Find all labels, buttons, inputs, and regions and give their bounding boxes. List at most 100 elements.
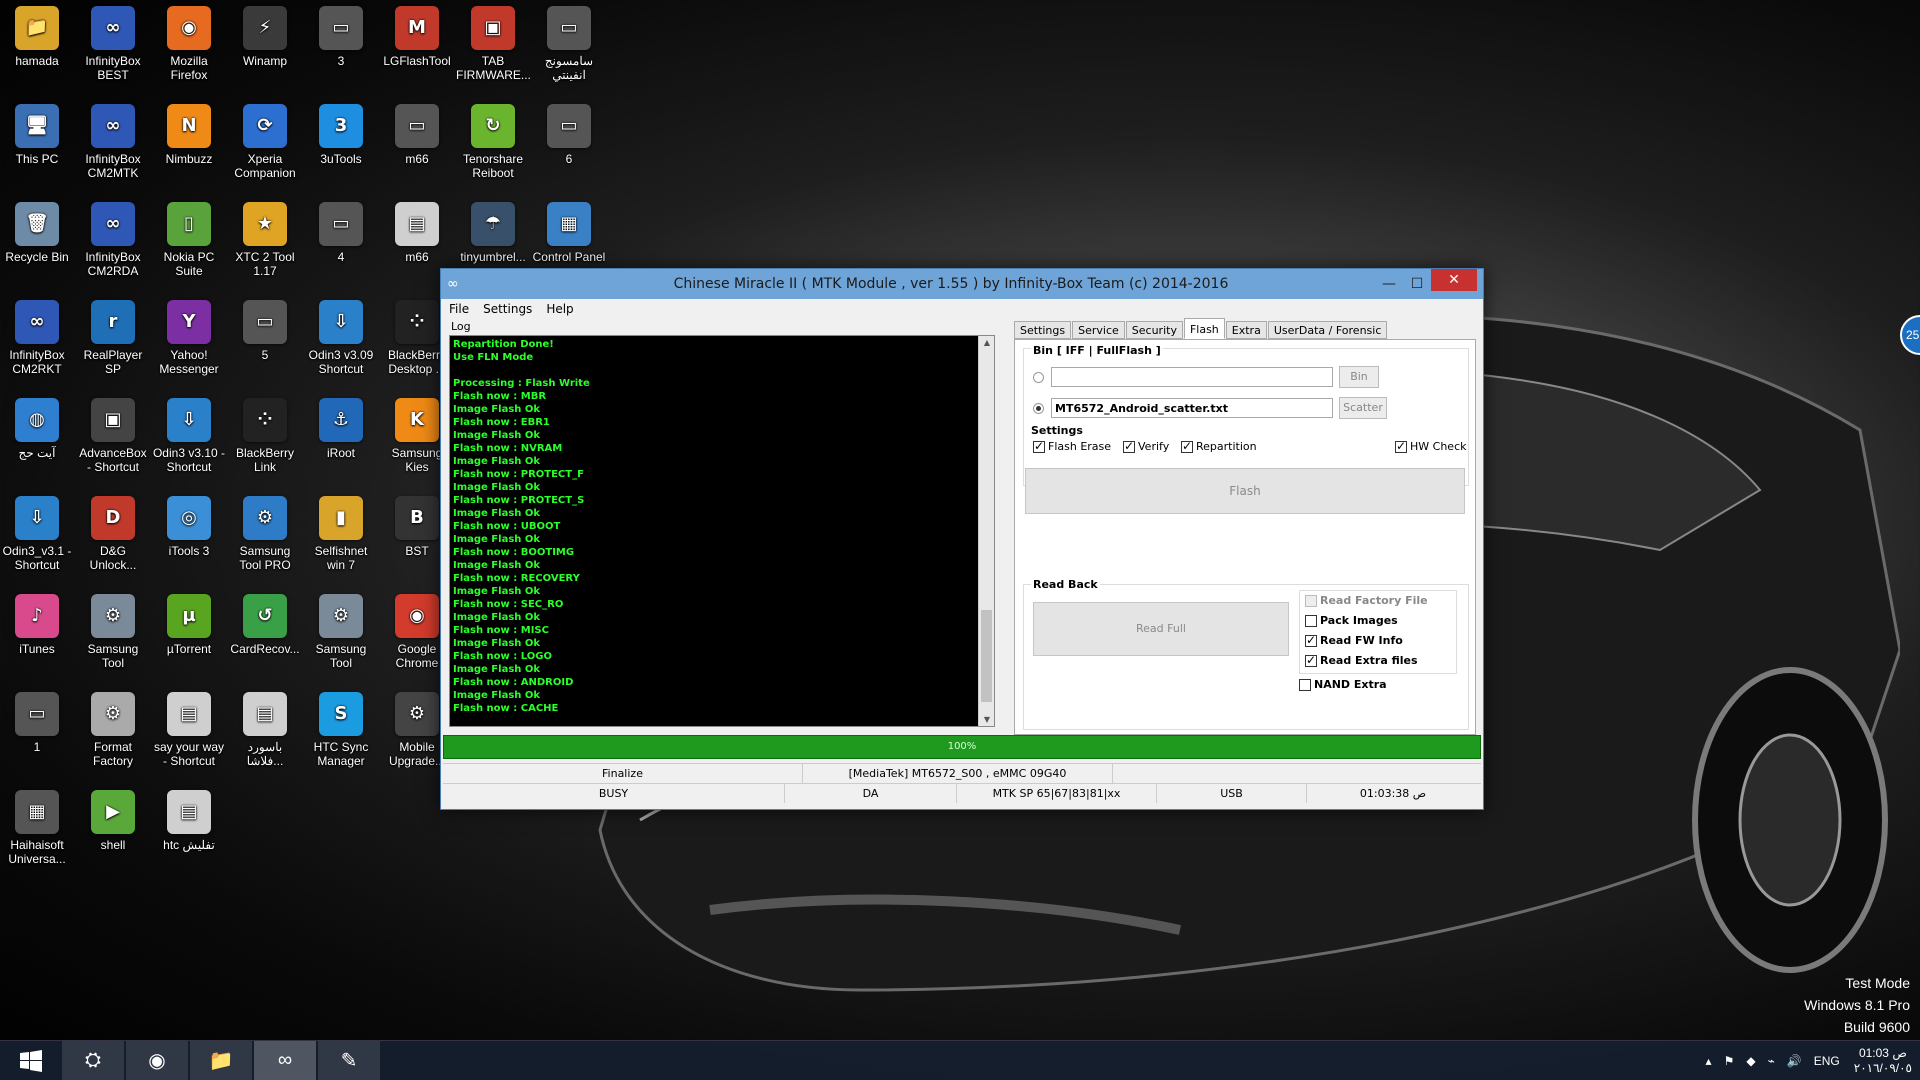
flash-button[interactable]: Flash [1025,468,1465,514]
tab-service[interactable]: Service [1072,321,1125,339]
bin-path-field[interactable] [1051,367,1333,387]
desktop-icon[interactable]: r RealPlayer SP [76,294,150,376]
desktop-icon[interactable]: ▤ htc تفليش [152,784,226,852]
desktop-icon[interactable]: ↺ CardRecov... [228,588,302,656]
tab-userdata-forensic[interactable]: UserData / Forensic [1267,321,1388,339]
tab-settings[interactable]: Settings [1014,321,1072,339]
scatter-button[interactable]: Scatter [1339,397,1387,419]
read-fw-info-checkbox[interactable]: Read FW Info [1305,633,1403,647]
side-notification-badge[interactable]: 25 [1900,315,1920,355]
desktop-icon[interactable]: ⇩ Odin3_v3.1 - Shortcut [0,490,74,572]
desktop-icon[interactable]: N Nimbuzz [152,98,226,166]
desktop-icon[interactable]: ▦ Control Panel [532,196,606,264]
desktop-icon[interactable]: Y Yahoo! Messenger [152,294,226,376]
windows-logo-icon[interactable] [0,1041,62,1080]
desktop-icon[interactable]: ⇩ Odin3 v3.10 - Shortcut [152,392,226,474]
desktop-icon[interactable]: D D&G Unlock... [76,490,150,572]
menu-help[interactable]: Help [546,302,573,316]
read-extra-files-checkbox[interactable]: Read Extra files [1305,653,1418,667]
pack-images-checkbox[interactable]: Pack Images [1305,614,1398,627]
desktop-icon[interactable]: ☂ tinyumbrel... [456,196,530,264]
desktop-icon[interactable]: ▦ Haihaisoft Universa... [0,784,74,866]
window-titlebar[interactable]: ∞ Chinese Miracle II ( MTK Module , ver … [441,269,1483,299]
desktop-icon[interactable]: ⚙ Format Factory [76,686,150,768]
scatter-path-field[interactable]: MT6572_Android_scatter.txt [1051,398,1333,418]
desktop-icon[interactable]: ⇩ Odin3 v3.09 Shortcut [304,294,378,376]
desktop-icon[interactable]: ⚙ Samsung Tool PRO [228,490,302,572]
desktop-icon[interactable]: S HTC Sync Manager [304,686,378,768]
desktop-icon[interactable]: ▣ TAB FIRMWARE... [456,0,530,82]
log-scrollbar[interactable]: ▲ ▼ [978,336,994,726]
nand-extra-checkbox[interactable]: NAND Extra [1299,678,1387,691]
taskbar-tool-icon[interactable]: ⛭ [62,1040,124,1080]
desktop-icon[interactable]: ★ XTC 2 Tool 1.17 [228,196,302,278]
tab-extra[interactable]: Extra [1225,321,1267,339]
desktop-icon[interactable]: ▤ say your way - Shortcut [152,686,226,768]
desktop-icon[interactable]: ▭ 6 [532,98,606,166]
desktop-icon[interactable]: ⟳ Xperia Companion [228,98,302,180]
desktop-icon[interactable]: ▤ باسورد فلاشا... [228,686,302,768]
repartition-checkbox[interactable]: Repartition [1181,439,1257,453]
desktop-icon[interactable]: ▶ shell [76,784,150,852]
tray-flag-icon[interactable]: ⚑ [1724,1054,1735,1068]
taskbar-chrome-icon[interactable]: ◉ [126,1040,188,1080]
desktop-icon[interactable]: ▯ Nokia PC Suite [152,196,226,278]
tray-mcafee-icon[interactable]: ◆ [1746,1054,1755,1068]
desktop-icon[interactable]: ▭ 5 [228,294,302,362]
tray-network-icon[interactable]: ⌁ [1768,1054,1775,1068]
scatter-radio[interactable] [1033,403,1044,414]
taskbar-infinity-mtk-icon[interactable]: ∞ [254,1040,316,1080]
scroll-up-icon[interactable]: ▲ [979,338,994,347]
menu-file[interactable]: File [449,302,469,316]
tray-overflow-icon[interactable]: ▴ [1706,1054,1712,1068]
bin-button[interactable]: Bin [1339,366,1379,388]
taskbar-app-icon[interactable]: ✎ [318,1040,380,1080]
desktop-icon[interactable]: 🗑 Recycle Bin [0,196,74,264]
desktop-icon[interactable]: M LGFlashTool [380,0,454,68]
tray-clock[interactable]: 01:03 ص ٢٠١٦/٠٩/٠٥ [1854,1046,1912,1076]
desktop-icon[interactable]: ⚙ Samsung Tool [304,588,378,670]
desktop-icon[interactable]: ⚙ Samsung Tool [76,588,150,670]
scroll-down-icon[interactable]: ▼ [979,715,994,724]
tab-flash[interactable]: Flash [1183,318,1225,339]
tray-language[interactable]: ENG [1814,1054,1840,1068]
desktop-icon[interactable]: ▣ AdvanceBox - Shortcut [76,392,150,474]
desktop-icon[interactable]: 🖥 This PC [0,98,74,166]
desktop-icon[interactable]: ▭ 3 [304,0,378,68]
desktop-icon[interactable]: ∞ InfinityBox BEST [76,0,150,82]
desktop-icon[interactable]: 📁 hamada [0,0,74,68]
scroll-thumb[interactable] [981,610,992,702]
desktop-icon[interactable]: ∞ InfinityBox CM2RKT [0,294,74,376]
read-factory-file-checkbox[interactable]: Read Factory File [1305,594,1428,607]
desktop-icon[interactable]: ▭ 4 [304,196,378,264]
minimize-button[interactable]: — [1375,273,1403,295]
flash-erase-checkbox[interactable]: Flash Erase [1033,439,1111,453]
desktop-icon[interactable]: ∞ InfinityBox CM2RDA [76,196,150,278]
bin-radio[interactable] [1033,372,1044,383]
desktop-icon[interactable]: ▭ 1 [0,686,74,754]
log-output[interactable]: Repartition Done! Use FLN Mode Processing … [449,335,995,727]
menu-settings[interactable]: Settings [483,302,532,316]
maximize-button[interactable]: ☐ [1403,273,1431,295]
desktop-icon[interactable]: 3 3uTools [304,98,378,166]
desktop-icon[interactable]: ◉ Mozilla Firefox [152,0,226,82]
desktop-icon[interactable]: ▭ m66 [380,98,454,166]
desktop-icon[interactable]: ⚓ iRoot [304,392,378,460]
desktop-icon[interactable]: ⁘ BlackBerry Link [228,392,302,474]
tab-security[interactable]: Security [1125,321,1183,339]
desktop-icon[interactable]: ◎ iTools 3 [152,490,226,558]
desktop-icon[interactable]: ▭ سامسونج انفينتي [532,0,606,82]
tray-volume-icon[interactable]: 🔊 [1787,1054,1802,1068]
verify-checkbox[interactable]: Verify [1123,439,1169,453]
desktop-icon[interactable]: ⚡ Winamp [228,0,302,68]
desktop-icon[interactable]: ◍ آيت حج [0,392,74,460]
desktop-icon[interactable]: ↻ Tenorshare Reiboot [456,98,530,180]
close-button[interactable]: ✕ [1431,269,1477,291]
desktop-icon[interactable]: ▤ m66 [380,196,454,264]
desktop-icon[interactable]: ∞ InfinityBox CM2MTK [76,98,150,180]
hw-check-checkbox[interactable]: HW Check [1395,439,1466,453]
desktop-icon[interactable]: µ µTorrent [152,588,226,656]
read-full-button[interactable]: Read Full [1033,602,1289,656]
desktop-icon[interactable]: ▮ Selfishnet win 7 [304,490,378,572]
taskbar-explorer-icon[interactable]: 📁 [190,1040,252,1080]
